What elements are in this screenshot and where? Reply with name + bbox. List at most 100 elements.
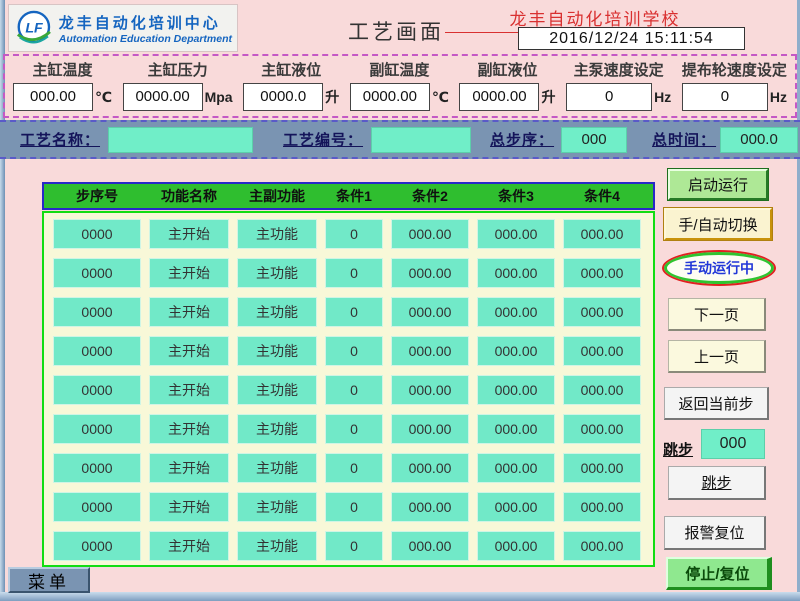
- table-cell[interactable]: 主功能: [237, 375, 317, 405]
- table-cell[interactable]: 0: [325, 336, 383, 366]
- table-cell[interactable]: 000.00: [477, 453, 555, 483]
- param-label: 主缸压力: [148, 59, 208, 80]
- table-cell[interactable]: 主功能: [237, 531, 317, 561]
- table-cell[interactable]: 0000: [53, 492, 141, 522]
- table-cell[interactable]: 主开始: [149, 258, 229, 288]
- table-cell[interactable]: 主功能: [237, 297, 317, 327]
- table-cell[interactable]: 000.00: [477, 414, 555, 444]
- table-cell[interactable]: 主开始: [149, 336, 229, 366]
- table-cell[interactable]: 000.00: [391, 375, 469, 405]
- logo-title-en: Automation Education Department: [59, 33, 232, 45]
- start-run-button[interactable]: 启动运行: [668, 169, 768, 200]
- table-cell[interactable]: 000.00: [563, 297, 641, 327]
- table-cell[interactable]: 000.00: [563, 258, 641, 288]
- param-unit: ℃: [432, 89, 449, 106]
- table-cell[interactable]: 000.00: [477, 297, 555, 327]
- table-cell[interactable]: 主功能: [237, 336, 317, 366]
- table-cell[interactable]: 000.00: [477, 492, 555, 522]
- param-label: 主缸温度: [32, 59, 92, 80]
- manual-auto-toggle-button[interactable]: 手/自动切换: [664, 208, 772, 240]
- next-page-button[interactable]: 下一页: [668, 298, 766, 331]
- table-cell[interactable]: 0000: [53, 414, 141, 444]
- table-cell[interactable]: 主开始: [149, 531, 229, 561]
- param-label: 主泵速度设定: [574, 59, 664, 80]
- process-info-band: 工艺名称： 工艺编号： 总步序： 000 总时间： 000.0: [0, 120, 800, 159]
- table-header-cell: 步序号: [53, 186, 141, 206]
- table-cell[interactable]: 000.00: [563, 531, 641, 561]
- table-cell[interactable]: 主开始: [149, 375, 229, 405]
- parameter-strip: 主缸温度 000.00℃ 主缸压力 0000.00Mpa 主缸液位 0000.0…: [3, 54, 797, 118]
- process-name-input[interactable]: [108, 127, 253, 153]
- table-cell[interactable]: 000.00: [477, 258, 555, 288]
- menu-button[interactable]: 菜单: [8, 567, 90, 593]
- table-cell[interactable]: 0000: [53, 531, 141, 561]
- table-cell[interactable]: 0000: [53, 258, 141, 288]
- table-cell[interactable]: 000.00: [563, 453, 641, 483]
- alarm-reset-button[interactable]: 报警复位: [664, 516, 766, 550]
- table-cell[interactable]: 000.00: [563, 219, 641, 249]
- table-cell[interactable]: 主开始: [149, 453, 229, 483]
- table-cell[interactable]: 000.00: [563, 414, 641, 444]
- prev-page-button[interactable]: 上一页: [668, 340, 766, 373]
- table-cell[interactable]: 000.00: [391, 297, 469, 327]
- table-cell[interactable]: 主功能: [237, 258, 317, 288]
- table-cell[interactable]: 0: [325, 492, 383, 522]
- table-cell[interactable]: 0: [325, 258, 383, 288]
- svg-text:LF: LF: [25, 21, 43, 37]
- table-cell[interactable]: 000.00: [391, 414, 469, 444]
- table-cell[interactable]: 主开始: [149, 414, 229, 444]
- table-cell[interactable]: 000.00: [563, 336, 641, 366]
- lifter-speed-input[interactable]: 0: [682, 83, 768, 111]
- table-cell[interactable]: 主功能: [237, 219, 317, 249]
- table-cell[interactable]: 0: [325, 531, 383, 561]
- process-number-input[interactable]: [371, 127, 471, 153]
- table-cell[interactable]: 0: [325, 297, 383, 327]
- aux-level-display: 0000.00: [459, 83, 539, 111]
- main-level-display: 0000.0: [243, 83, 323, 111]
- table-cell[interactable]: 0: [325, 414, 383, 444]
- logo-title-cn: 龙丰自动化培训中心: [59, 12, 232, 33]
- table-cell[interactable]: 000.00: [477, 531, 555, 561]
- table-cell[interactable]: 主开始: [149, 492, 229, 522]
- table-cell[interactable]: 000.00: [391, 453, 469, 483]
- table-cell[interactable]: 主开始: [149, 219, 229, 249]
- table-cell[interactable]: 000.00: [563, 375, 641, 405]
- return-current-step-button[interactable]: 返回当前步: [664, 387, 769, 420]
- table-cell[interactable]: 0000: [53, 336, 141, 366]
- param-label: 副缸温度: [369, 59, 429, 80]
- table-cell[interactable]: 0: [325, 219, 383, 249]
- total-time-display: 000.0: [720, 127, 798, 153]
- table-cell[interactable]: 000.00: [477, 219, 555, 249]
- pump-speed-input[interactable]: 0: [566, 83, 652, 111]
- table-cell[interactable]: 000.00: [391, 258, 469, 288]
- main-temp-display: 000.00: [13, 83, 93, 111]
- table-header-cell: 主副功能: [237, 186, 317, 206]
- table-cell[interactable]: 0000: [53, 375, 141, 405]
- page-title: 工艺画面: [348, 16, 444, 46]
- param-main-temp: 主缸温度 000.00℃: [13, 59, 112, 111]
- jump-step-input[interactable]: 000: [701, 429, 765, 459]
- table-cell[interactable]: 0000: [53, 453, 141, 483]
- total-time-label: 总时间：: [652, 129, 716, 150]
- table-cell[interactable]: 主开始: [149, 297, 229, 327]
- param-label: 副缸液位: [477, 59, 537, 80]
- param-main-pressure: 主缸压力 0000.00Mpa: [123, 59, 233, 111]
- table-cell[interactable]: 0000: [53, 219, 141, 249]
- table-cell[interactable]: 000.00: [477, 336, 555, 366]
- table-cell[interactable]: 主功能: [237, 414, 317, 444]
- table-cell[interactable]: 000.00: [391, 492, 469, 522]
- table-cell[interactable]: 000.00: [391, 531, 469, 561]
- table-cell[interactable]: 0000: [53, 297, 141, 327]
- table-cell[interactable]: 000.00: [391, 219, 469, 249]
- param-lifter-speed-setpoint: 提布轮速度设定 0Hz: [682, 59, 787, 111]
- table-cell[interactable]: 0: [325, 375, 383, 405]
- table-cell[interactable]: 000.00: [563, 492, 641, 522]
- table-cell[interactable]: 000.00: [477, 375, 555, 405]
- table-cell[interactable]: 000.00: [391, 336, 469, 366]
- table-cell[interactable]: 0: [325, 453, 383, 483]
- table-cell[interactable]: 主功能: [237, 453, 317, 483]
- window-frame-bottom: [0, 592, 800, 601]
- stop-reset-button[interactable]: 停止/复位: [666, 557, 772, 590]
- table-cell[interactable]: 主功能: [237, 492, 317, 522]
- jump-step-button[interactable]: 跳步: [668, 466, 766, 500]
